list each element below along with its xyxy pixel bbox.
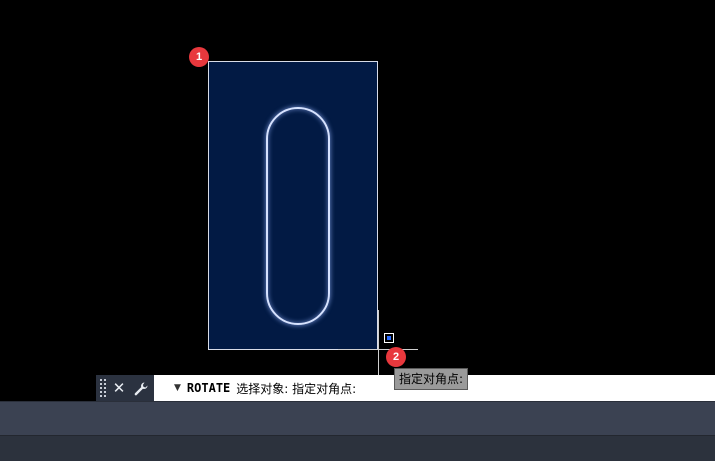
grip-handle-icon[interactable] [100,379,106,397]
command-line-tools: ✕ [96,375,154,401]
crossing-selection-window [208,61,378,350]
caret-down-icon[interactable]: ▼ [174,383,181,393]
dynamic-input-tooltip: 指定对角点: [394,368,469,390]
step-badge-2: 2 [386,347,406,367]
crosshair-vertical [378,310,379,375]
step-badge-1: 1 [189,47,209,67]
status-bar-lower [0,435,715,461]
drawing-canvas[interactable]: 1 2 [0,0,715,375]
wrench-icon[interactable] [132,375,150,401]
slot-shape[interactable] [266,107,330,325]
pickbox-cursor [384,333,394,343]
close-icon[interactable]: ✕ [110,375,128,401]
command-name: ROTATE [186,381,231,395]
command-prompt: 选择对象: 指定对角点: [236,381,357,396]
status-bar-upper [0,401,715,435]
